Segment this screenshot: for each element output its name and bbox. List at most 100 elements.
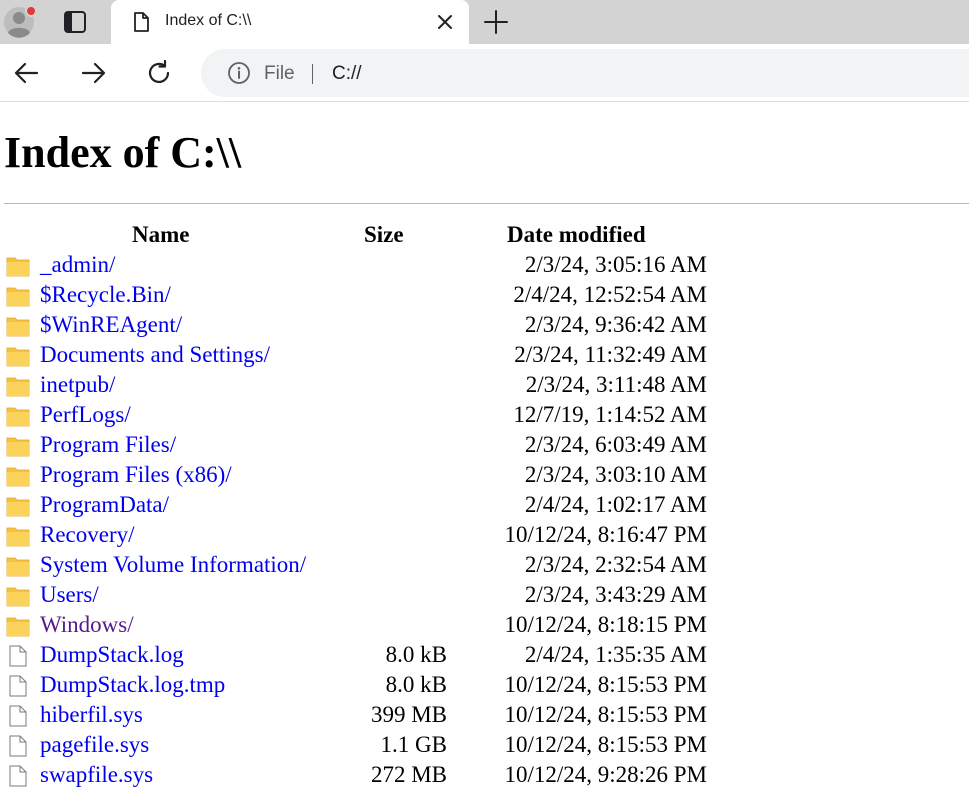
entry-link[interactable]: Recovery/	[40, 522, 135, 548]
entry-link[interactable]: hiberfil.sys	[40, 702, 143, 728]
entry-date: 2/3/24, 3:03:10 AM	[524, 462, 707, 487]
table-row: ProgramData/2/4/24, 1:02:17 AM	[0, 490, 720, 520]
entry-link[interactable]: Documents and Settings/	[40, 342, 270, 368]
entry-date: 12/7/19, 1:14:52 AM	[513, 402, 707, 427]
folder-icon	[6, 587, 30, 607]
entry-date: 10/12/24, 8:18:15 PM	[504, 612, 707, 637]
table-row: Windows/10/12/24, 8:18:15 PM	[0, 610, 720, 640]
reload-icon[interactable]	[143, 57, 175, 89]
entry-link[interactable]: _admin/	[40, 252, 115, 278]
file-icon	[9, 705, 27, 727]
table-row: Users/2/3/24, 3:43:29 AM	[0, 580, 720, 610]
table-row: DumpStack.log.tmp 8.0 kB 10/12/24, 8:15:53…	[0, 670, 720, 700]
table-row: Documents and Settings/2/3/24, 11:32:49 …	[0, 340, 720, 370]
address-bar[interactable]: File C://	[201, 49, 969, 97]
folder-icon	[6, 347, 30, 367]
table-row: pagefile.sys 1.1 GB 10/12/24, 8:15:53 PM	[0, 730, 720, 760]
entry-link[interactable]: $WinREAgent/	[40, 312, 182, 338]
active-tab[interactable]: Index of C:\\	[111, 0, 469, 44]
tab-actions-icon	[64, 11, 86, 33]
entry-date: 10/12/24, 8:16:47 PM	[504, 522, 707, 547]
entry-link[interactable]: inetpub/	[40, 372, 115, 398]
tab-actions-button[interactable]	[52, 6, 98, 38]
table-row: $Recycle.Bin/2/4/24, 12:52:54 AM	[0, 280, 720, 310]
entry-size: 8.0 kB	[385, 672, 447, 697]
folder-icon	[6, 287, 30, 307]
plus-icon[interactable]	[480, 6, 512, 38]
entry-link[interactable]: System Volume Information/	[40, 552, 306, 578]
table-row: swapfile.sys 272 MB 10/12/24, 9:28:26 PM	[0, 760, 720, 790]
entry-date: 10/12/24, 8:15:53 PM	[504, 732, 707, 757]
entry-date: 2/3/24, 11:32:49 AM	[514, 342, 707, 367]
page-icon	[134, 12, 149, 32]
folder-icon	[6, 497, 30, 517]
entry-link[interactable]: Windows/	[40, 612, 134, 638]
entry-link[interactable]: Program Files/	[40, 432, 176, 458]
folder-icon	[6, 377, 30, 397]
folder-icon	[6, 527, 30, 547]
file-icon	[9, 765, 27, 787]
listing-rows: _admin/2/3/24, 3:05:16 AM $Recycle.Bin/2/…	[0, 250, 720, 790]
entry-date: 10/12/24, 8:15:53 PM	[504, 672, 707, 697]
page-title: Index of C:\\	[4, 128, 242, 177]
folder-icon	[6, 407, 30, 427]
entry-date: 2/4/24, 1:02:17 AM	[524, 492, 707, 517]
folder-icon	[6, 617, 30, 637]
entry-size: 1.1 GB	[380, 732, 447, 757]
entry-link[interactable]: Program Files (x86)/	[40, 462, 232, 488]
entry-link[interactable]: Users/	[40, 582, 99, 608]
entry-date: 2/3/24, 6:03:49 AM	[524, 432, 707, 457]
file-icon	[9, 645, 27, 667]
entry-link[interactable]: pagefile.sys	[40, 732, 149, 758]
directory-listing: Name Size Date modified _admin/2/3/24, 3…	[0, 220, 720, 790]
entry-date: 2/3/24, 9:36:42 AM	[524, 312, 707, 337]
entry-date: 2/3/24, 3:43:29 AM	[524, 582, 707, 607]
entry-date: 2/3/24, 3:05:16 AM	[524, 252, 707, 277]
table-row: inetpub/2/3/24, 3:11:48 AM	[0, 370, 720, 400]
entry-date: 2/3/24, 2:32:54 AM	[524, 552, 707, 577]
table-row: PerfLogs/12/7/19, 1:14:52 AM	[0, 400, 720, 430]
url-text[interactable]: C://	[332, 63, 362, 85]
entry-link[interactable]: PerfLogs/	[40, 402, 131, 428]
column-header-size[interactable]: Size	[364, 222, 404, 248]
table-row: System Volume Information/2/3/24, 2:32:5…	[0, 550, 720, 580]
browser-toolbar: File C://	[0, 44, 969, 102]
notification-badge-icon	[25, 5, 37, 17]
entry-size: 8.0 kB	[385, 642, 447, 667]
profile-button[interactable]	[2, 4, 38, 40]
folder-icon	[6, 437, 30, 457]
tab-title: Index of C:\\	[165, 12, 252, 29]
folder-icon	[6, 467, 30, 487]
folder-icon	[6, 257, 30, 277]
entry-link[interactable]: $Recycle.Bin/	[40, 282, 171, 308]
entry-link[interactable]: DumpStack.log	[40, 642, 184, 668]
entry-date: 2/4/24, 1:35:35 AM	[524, 642, 707, 667]
entry-link[interactable]: swapfile.sys	[40, 762, 153, 788]
table-row: Recovery/10/12/24, 8:16:47 PM	[0, 520, 720, 550]
file-icon	[9, 735, 27, 757]
site-info-chip-label[interactable]: File	[264, 63, 295, 85]
table-row: Program Files/2/3/24, 6:03:49 AM	[0, 430, 720, 460]
table-row: $WinREAgent/2/3/24, 9:36:42 AM	[0, 310, 720, 340]
arrow-right-icon[interactable]	[77, 57, 109, 89]
entry-size: 399 MB	[370, 702, 447, 727]
entry-date: 10/12/24, 9:28:26 PM	[504, 762, 707, 787]
tab-strip: Index of C:\\	[0, 0, 969, 44]
info-icon[interactable]	[227, 61, 251, 85]
entry-size: 272 MB	[370, 762, 447, 787]
table-row: _admin/2/3/24, 3:05:16 AM	[0, 250, 720, 280]
entry-link[interactable]: ProgramData/	[40, 492, 169, 518]
close-icon[interactable]	[433, 10, 457, 34]
column-header-name[interactable]: Name	[132, 222, 189, 248]
table-row: hiberfil.sys 399 MB 10/12/24, 8:15:53 PM	[0, 700, 720, 730]
column-header-date[interactable]: Date modified	[507, 222, 646, 248]
arrow-left-icon[interactable]	[11, 57, 43, 89]
listing-header: Name Size Date modified	[0, 220, 720, 250]
entry-date: 10/12/24, 8:15:53 PM	[504, 702, 707, 727]
folder-icon	[6, 317, 30, 337]
table-row: Program Files (x86)/ 2/3/24, 3:03:10 AM	[0, 460, 720, 490]
chip-divider	[312, 64, 313, 84]
entry-link[interactable]: DumpStack.log.tmp	[40, 672, 225, 698]
profile-avatar-icon	[4, 5, 37, 38]
file-icon	[9, 675, 27, 697]
